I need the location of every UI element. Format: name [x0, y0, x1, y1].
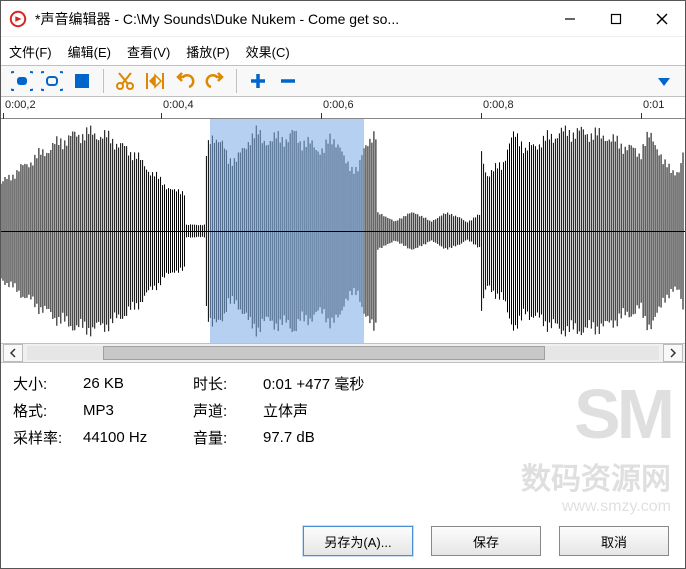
close-button[interactable] [639, 1, 685, 37]
format-value: MP3 [83, 402, 193, 419]
time-ruler[interactable]: 0:00,2 0:00,4 0:00,6 0:00,8 0:01 [1, 97, 685, 119]
menu-effects[interactable]: 效果(C) [246, 42, 290, 61]
ruler-tick-label: 0:00,6 [323, 99, 354, 111]
menu-bar: 文件(F) 编辑(E) 查看(V) 播放(P) 效果(C) [1, 37, 685, 65]
horizontal-scrollbar [1, 343, 685, 363]
ruler-tick-label: 0:01 [643, 99, 664, 111]
zoom-in-button[interactable] [243, 67, 273, 95]
duration-label: 时长: [193, 373, 263, 394]
redo-button[interactable] [200, 67, 230, 95]
separator [236, 69, 237, 93]
minimize-button[interactable] [547, 1, 593, 37]
waveform-view[interactable] [1, 119, 685, 343]
watermark-url: www.smzy.com [521, 498, 671, 516]
app-icon [9, 10, 27, 28]
undo-button[interactable] [170, 67, 200, 95]
window-buttons [547, 1, 685, 37]
toolbar [1, 65, 685, 97]
channels-label: 声道: [193, 400, 263, 421]
save-button[interactable]: 保存 [431, 526, 541, 556]
samplerate-value: 44100 Hz [83, 429, 193, 446]
separator [103, 69, 104, 93]
play-selection-button[interactable] [37, 67, 67, 95]
menu-edit[interactable]: 编辑(E) [68, 42, 111, 61]
maximize-button[interactable] [593, 1, 639, 37]
cancel-button[interactable]: 取消 [559, 526, 669, 556]
ruler-tick-label: 0:00,2 [5, 99, 36, 111]
scroll-track[interactable] [27, 346, 659, 360]
dialog-buttons: 另存为(A)... 保存 取消 [303, 526, 669, 556]
info-panel: 大小: 26 KB 时长: 0:01 +477 毫秒 格式: MP3 声道: 立… [1, 363, 685, 456]
scroll-left-button[interactable] [3, 344, 23, 362]
volume-label: 音量: [193, 427, 263, 448]
size-label: 大小: [13, 373, 83, 394]
samplerate-label: 采样率: [13, 427, 83, 448]
watermark-cn: 数码资源网 [521, 454, 671, 498]
cut-button[interactable] [110, 67, 140, 95]
duration-value: 0:01 +477 毫秒 [263, 373, 673, 394]
volume-value: 97.7 dB [263, 429, 673, 446]
stop-button[interactable] [67, 67, 97, 95]
menu-view[interactable]: 查看(V) [127, 42, 170, 61]
waveform-midline [1, 231, 685, 232]
save-as-button[interactable]: 另存为(A)... [303, 526, 413, 556]
play-all-button[interactable] [7, 67, 37, 95]
size-value: 26 KB [83, 375, 193, 392]
channels-value: 立体声 [263, 400, 673, 421]
crop-button[interactable] [140, 67, 170, 95]
zoom-out-button[interactable] [273, 67, 303, 95]
menu-file[interactable]: 文件(F) [9, 42, 52, 61]
menu-dropdown-button[interactable] [649, 67, 679, 95]
title-bar: *声音编辑器 - C:\My Sounds\Duke Nukem - Come … [1, 1, 685, 37]
ruler-tick-label: 0:00,4 [163, 99, 194, 111]
format-label: 格式: [13, 400, 83, 421]
scroll-right-button[interactable] [663, 344, 683, 362]
window-title: *声音编辑器 - C:\My Sounds\Duke Nukem - Come … [35, 9, 547, 29]
menu-play[interactable]: 播放(P) [186, 42, 229, 61]
scroll-thumb[interactable] [103, 346, 545, 360]
ruler-tick-label: 0:00,8 [483, 99, 514, 111]
